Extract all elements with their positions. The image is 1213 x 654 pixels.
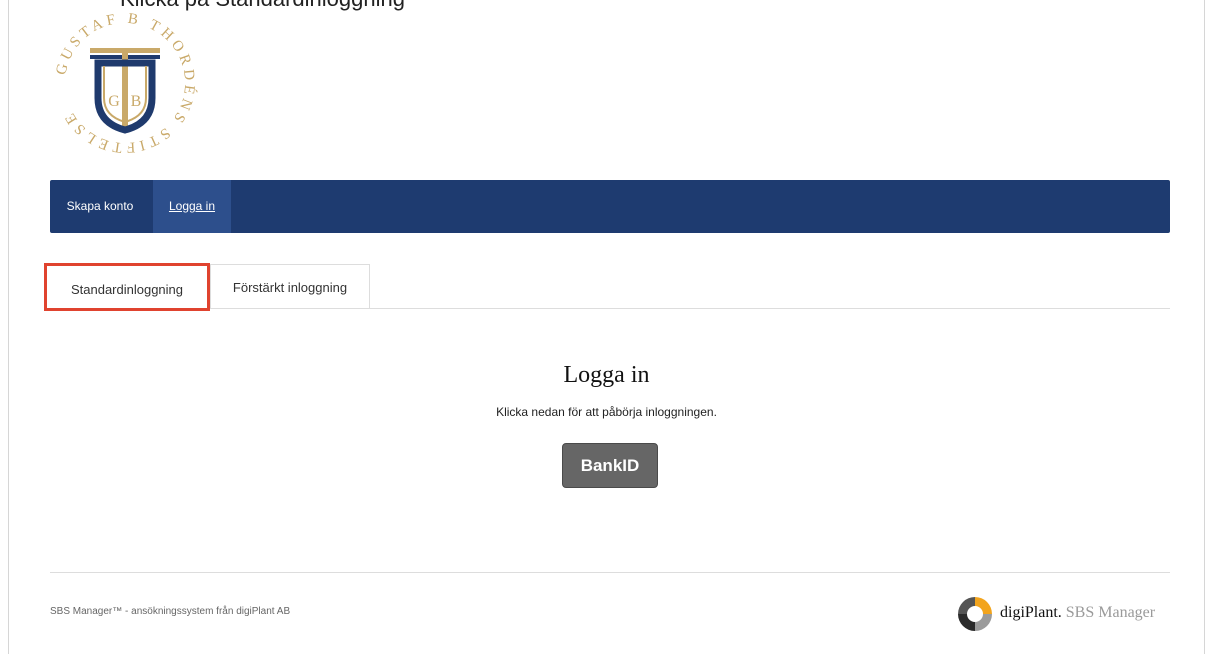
- svg-text:B: B: [131, 93, 142, 110]
- footer-divider: [50, 572, 1170, 573]
- login-title: Logga in: [563, 362, 650, 388]
- gustaf-b-thordens-stiftelse-logo-icon: GUSTAF B THORDÉNS STIFTELSE G B: [53, 11, 194, 155]
- footer-brand: digiPlant. SBS Manager: [955, 594, 1175, 634]
- login-subtitle: Klicka nedan för att påbörja inloggninge…: [496, 405, 717, 419]
- frame-border-right: [1204, 0, 1205, 654]
- nav-login-link[interactable]: Logga in: [153, 180, 231, 233]
- frame-border-left: [8, 0, 9, 654]
- main-navbar: Skapa konto Logga in: [50, 180, 1170, 233]
- bankid-button[interactable]: BankID: [562, 443, 658, 488]
- stiftelse-logo: GUSTAF B THORDÉNS STIFTELSE G B: [50, 8, 200, 158]
- footer-text: SBS Manager™ - ansökningssystem från dig…: [50, 606, 291, 617]
- nav-create-account-link[interactable]: Skapa konto: [54, 180, 146, 233]
- footer-brand-name: digiPlant. SBS Manager: [1000, 604, 1155, 622]
- svg-text:G: G: [108, 93, 120, 110]
- brand-secondary: SBS Manager: [1065, 604, 1156, 621]
- tab-enhanced-login[interactable]: Förstärkt inloggning: [210, 264, 370, 308]
- brand-primary: digiPlant.: [1000, 604, 1062, 621]
- tabs-divider: [50, 308, 1170, 309]
- digiplant-ring-icon: [958, 597, 992, 631]
- tab-standard-login[interactable]: Standardinloggning: [44, 263, 210, 311]
